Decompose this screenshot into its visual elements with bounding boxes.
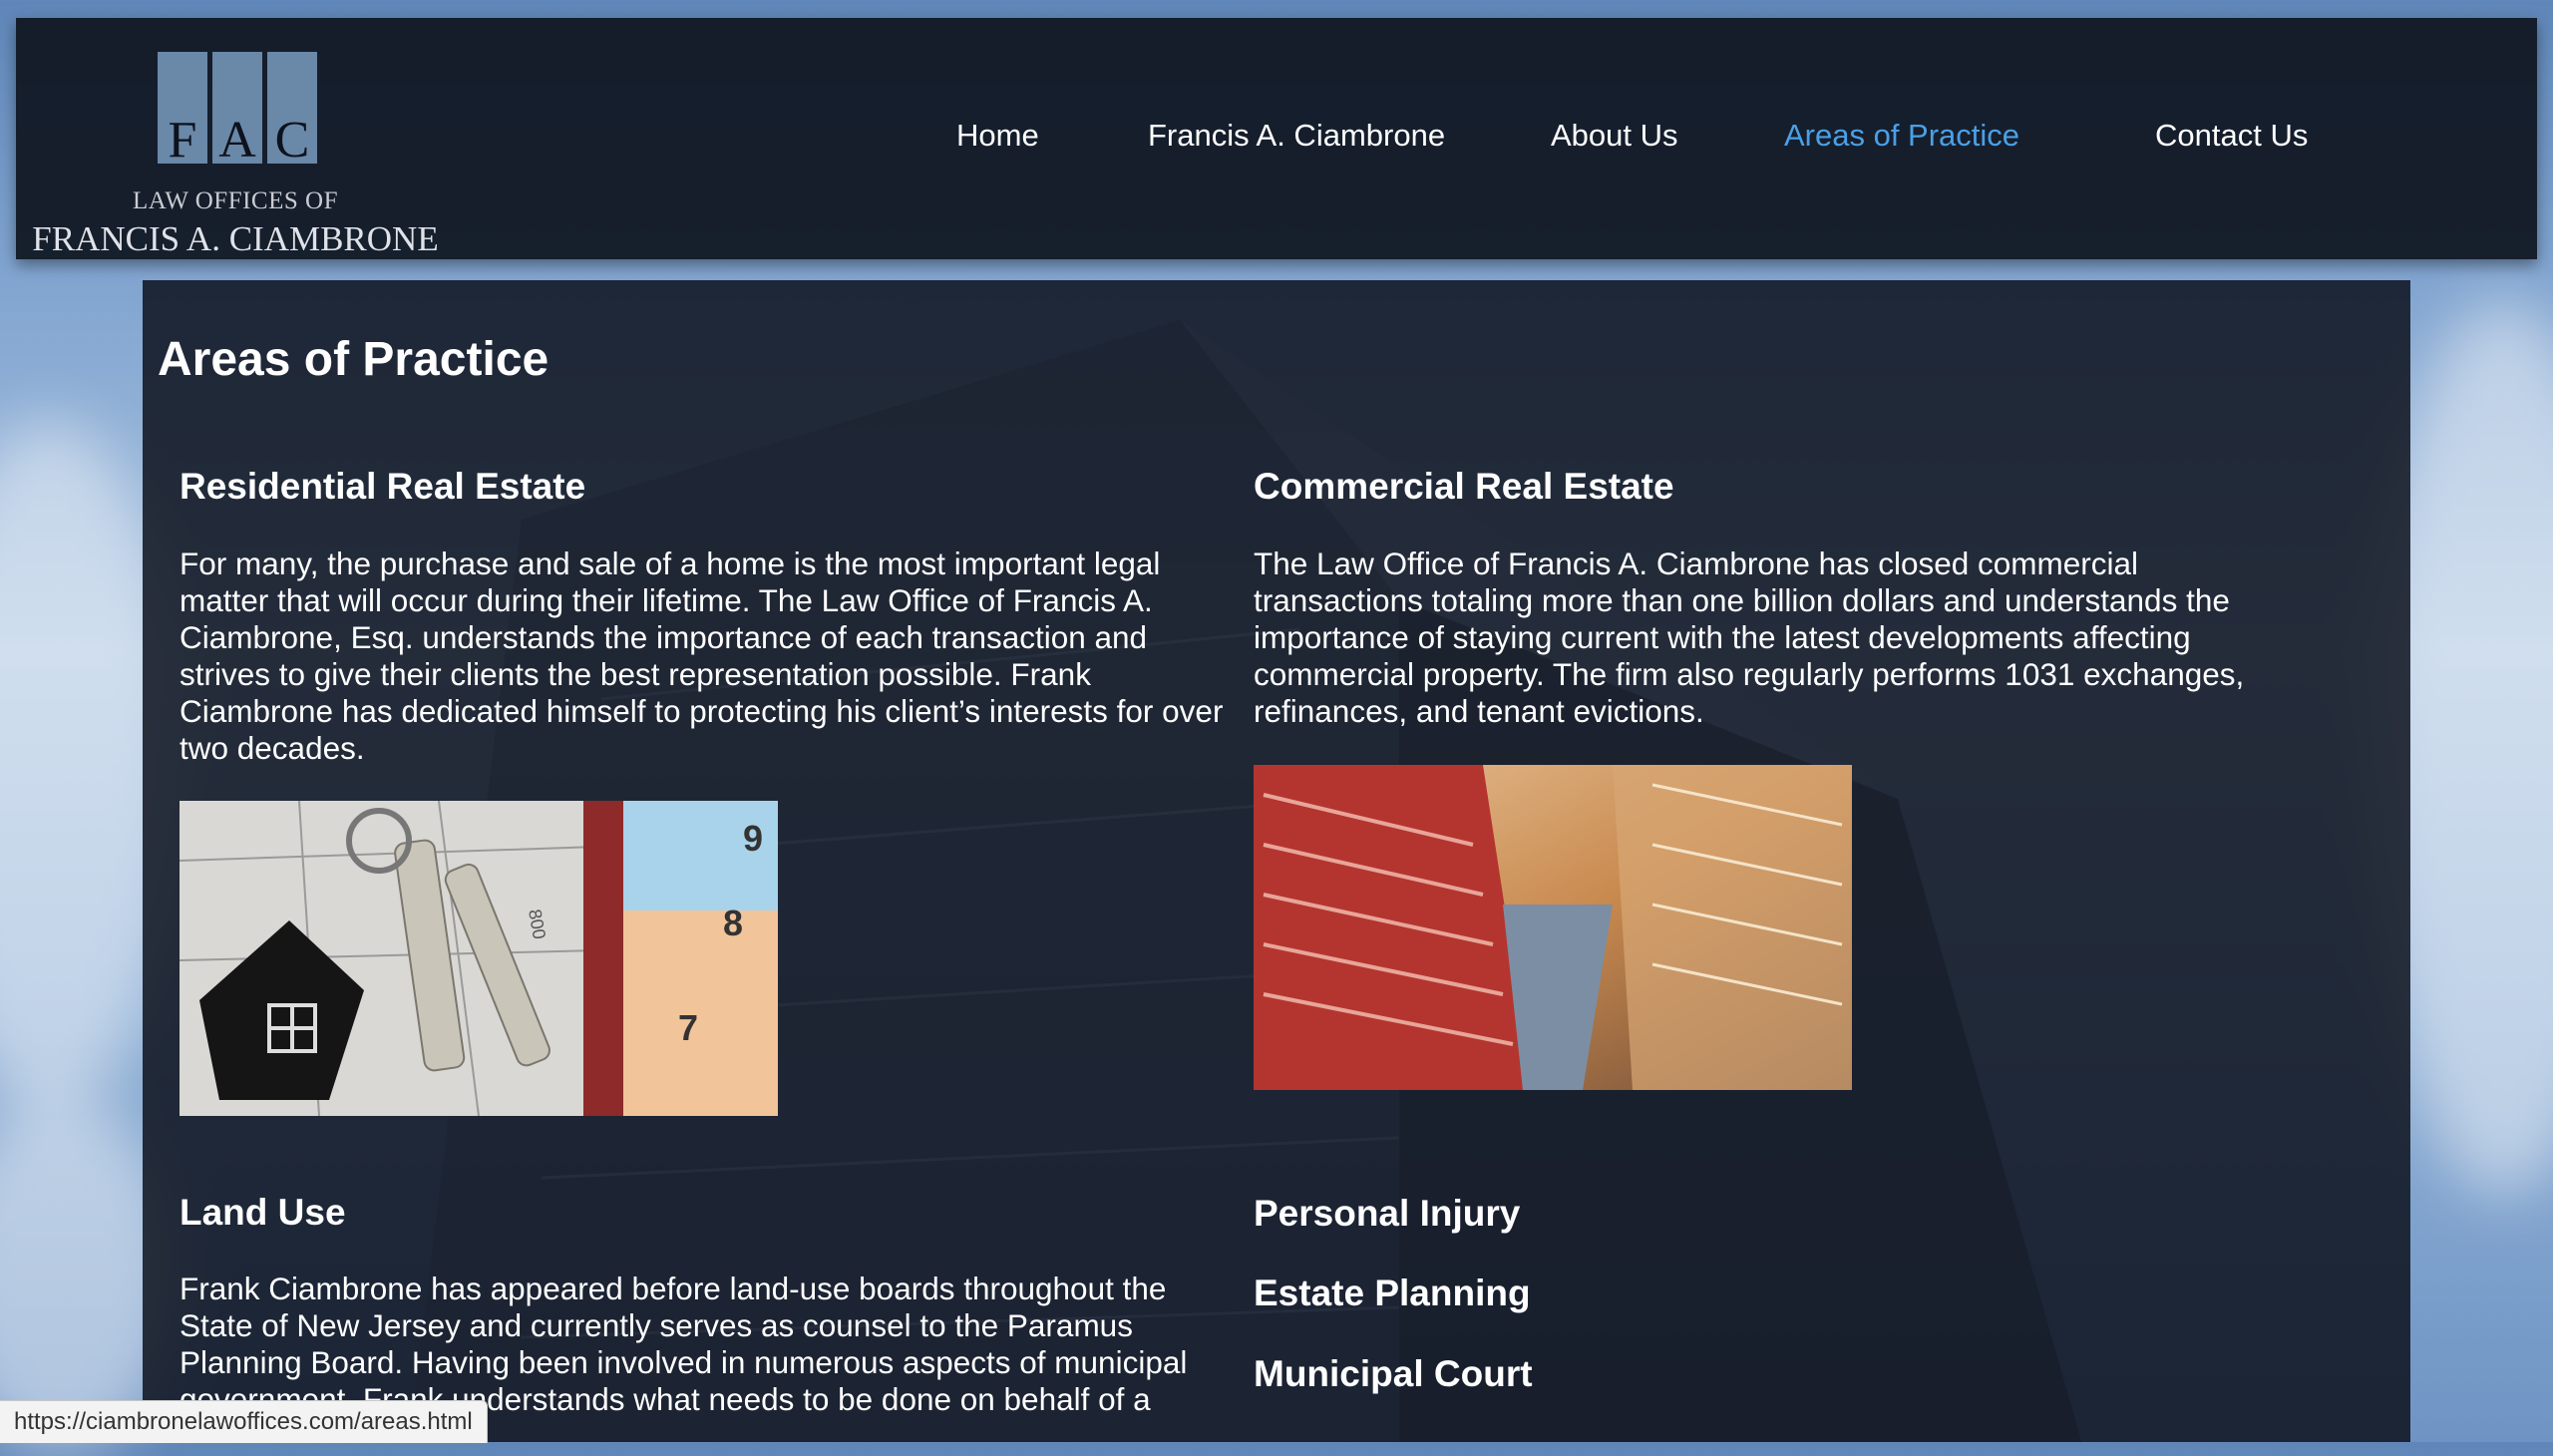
section-title: Municipal Court	[1254, 1353, 1533, 1394]
section-body: For many, the purchase and sale of a hom…	[180, 546, 1227, 767]
nav-contact-us[interactable]: Contact Us	[2155, 118, 2308, 154]
residential-keys-image: 9 8 7 800	[180, 801, 778, 1116]
section-title: Land Use	[180, 1192, 346, 1233]
land-use-description: Frank Ciambrone has appeared before land…	[180, 1271, 1188, 1417]
section-title: Commercial Real Estate	[1254, 466, 1674, 507]
section-estate-planning: Estate Planning	[1254, 1273, 2301, 1314]
section-body: The Law Office of Francis A. Ciambrone h…	[1254, 546, 2301, 730]
residential-description: For many, the purchase and sale of a hom…	[180, 546, 1224, 766]
section-personal-injury: Personal Injury	[1254, 1193, 2301, 1235]
content-panel: Areas of Practice Residential Real Estat…	[143, 280, 2410, 1442]
nav-areas-of-practice[interactable]: Areas of Practice	[1784, 118, 2019, 154]
section-municipal-court: Municipal Court	[1254, 1353, 2301, 1395]
nav-home[interactable]: Home	[956, 118, 1039, 154]
section-title: Residential Real Estate	[180, 466, 586, 507]
page-title: Areas of Practice	[158, 333, 549, 386]
commercial-description: The Law Office of Francis A. Ciambrone h…	[1254, 546, 2245, 729]
nav-francis-ciambrone[interactable]: Francis A. Ciambrone	[1148, 118, 1445, 154]
floor-plan-number: 9	[743, 818, 763, 859]
logo-firm-name: FRANCIS A. CIAMBRONE	[32, 219, 439, 258]
section-title: Personal Injury	[1254, 1193, 1521, 1234]
floor-plan-number: 7	[678, 1007, 698, 1048]
commercial-skyscrapers-image	[1254, 765, 1852, 1090]
section-commercial-real-estate: Commercial Real Estate	[1254, 466, 2301, 508]
section-body: Frank Ciambrone has appeared before land…	[180, 1271, 1227, 1418]
section-land-use: Land Use	[180, 1192, 1227, 1234]
nav-about-us[interactable]: About Us	[1551, 118, 1678, 154]
section-title: Estate Planning	[1254, 1273, 1531, 1313]
section-residential-real-estate: Residential Real Estate	[180, 466, 1227, 508]
logo-subtitle: LAW OFFICES OF	[133, 187, 338, 214]
site-header: F A C LAW OFFICES OF FRANCIS A. CIAMBRON…	[16, 18, 2537, 259]
main-nav: Home Francis A. Ciambrone About Us Areas…	[16, 118, 2537, 162]
floor-plan-number: 8	[723, 903, 743, 943]
browser-status-url: https://ciambronelawoffices.com/areas.ht…	[0, 1400, 488, 1443]
